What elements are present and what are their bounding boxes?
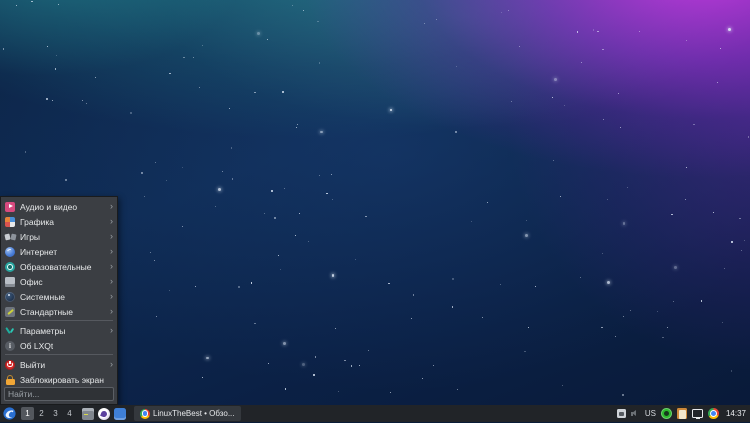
menu-item-label: Образовательные [20,261,92,272]
chrome-icon[interactable] [707,408,719,419]
menu-item[interactable]: Стандартные › [1,304,117,319]
keyboard-layout-indicator[interactable]: US [645,409,656,418]
menu-item-label: Системные [20,291,66,302]
menu-item-label: Стандартные [20,306,74,317]
taskbar: 1234 LinuxTheBest • Обзо... US 14:37 [0,405,750,422]
workspace-button-2[interactable]: 2 [35,407,48,420]
menu-item-label: Выйти [20,359,46,370]
submenu-arrow-icon: › [110,246,113,256]
keyboard-indicator-icon[interactable] [616,409,626,418]
messenger-icon[interactable] [114,407,126,420]
games-icon [5,232,15,242]
accessories-icon [5,306,15,317]
submenu-arrow-icon: › [110,261,113,271]
menu-item-label: Параметры [20,325,66,336]
menu-item[interactable]: Выйти › [1,357,117,372]
submenu-arrow-icon: › [110,201,113,211]
education-icon [5,261,15,272]
volume-icon[interactable] [630,409,640,418]
menu-item[interactable]: Офис › [1,274,117,289]
clock[interactable]: 14:37 [726,409,746,418]
menu-item-label: Графика [20,216,54,227]
menu-search-input[interactable] [4,387,114,401]
menu-item-label: Аудио и видео [20,201,78,212]
menu-item[interactable]: Графика › [1,214,117,229]
menu-item-label: Интернет [20,246,58,257]
menu-item[interactable]: Игры › [1,229,117,244]
application-menu: Аудио и видео › Графика › Игры › Интерне… [0,196,118,405]
workspace-switcher: 1234 [21,407,76,420]
terminal-icon[interactable] [82,407,94,420]
workspace-button-3[interactable]: 3 [49,407,62,420]
clipboard-icon[interactable] [676,408,687,419]
submenu-arrow-icon: › [110,306,113,316]
menu-item[interactable]: Интернет › [1,244,117,259]
menu-item[interactable]: Аудио и видео › [1,199,117,214]
submenu-arrow-icon: › [110,216,113,226]
paint-app-icon[interactable] [98,407,110,420]
submenu-arrow-icon: › [110,231,113,241]
menu-item[interactable]: Системные › [1,289,117,304]
internet-icon [5,246,15,257]
quick-launch [82,407,126,420]
workspace-button-4[interactable]: 4 [63,407,76,420]
chrome-icon [140,408,150,419]
task-button[interactable]: LinuxTheBest • Обзо... [134,406,241,421]
menu-list: Аудио и видео › Графика › Игры › Интерне… [1,199,117,387]
menu-item-label: Об LXQt [20,340,54,351]
submenu-arrow-icon: › [110,276,113,286]
menu-item[interactable]: Параметры › [1,323,117,338]
audio-video-icon [5,201,15,212]
graphics-icon [5,216,15,227]
screen-icon[interactable] [691,409,703,419]
system-tray: US 14:37 [616,408,748,419]
recorder-icon[interactable] [660,408,672,419]
submenu-arrow-icon: › [110,291,113,301]
menu-item[interactable]: Образовательные › [1,259,117,274]
menu-item-label: Игры [20,231,41,242]
about-lxqt-icon [5,340,15,351]
app-menu-button[interactable] [2,406,17,421]
menu-item-label: Офис [20,276,43,287]
menu-separator [5,354,113,355]
task-title: LinuxTheBest • Обзо... [153,409,235,418]
lock-screen-icon [5,374,15,385]
settings-icon [5,326,15,336]
submenu-arrow-icon: › [110,359,113,369]
lxqt-logo-icon [3,407,16,420]
system-icon [5,291,15,302]
menu-item[interactable]: Об LXQt [1,338,117,353]
workspace-button-1[interactable]: 1 [21,407,34,420]
menu-item[interactable]: Заблокировать экран [1,372,117,387]
submenu-arrow-icon: › [110,325,113,335]
menu-separator [5,320,113,321]
logout-icon [5,359,15,370]
menu-item-label: Заблокировать экран [20,374,104,385]
office-icon [5,276,15,287]
